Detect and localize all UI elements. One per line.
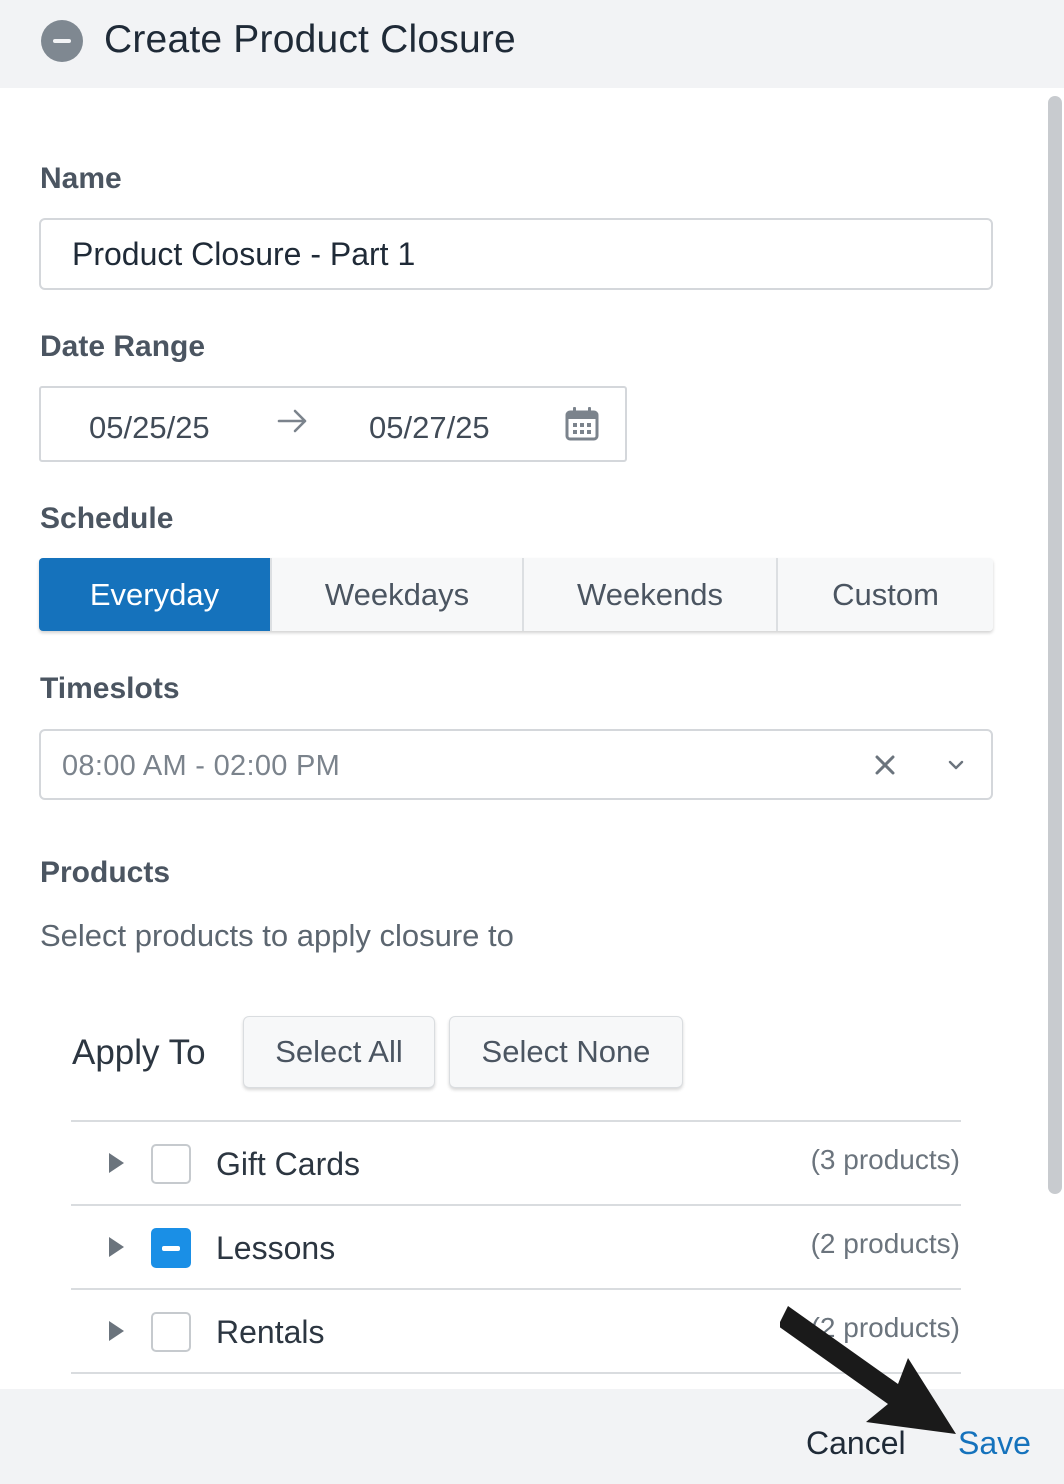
clear-icon[interactable] <box>873 753 897 777</box>
schedule-custom-button[interactable]: Custom <box>778 558 993 631</box>
product-row-count: (3 products) <box>810 1144 960 1175</box>
apply-to-label: Apply To <box>72 1033 206 1072</box>
chevron-down-icon[interactable] <box>946 757 966 773</box>
calendar-icon[interactable] <box>564 406 600 442</box>
select-none-button[interactable]: Select None <box>449 1016 683 1088</box>
select-all-button[interactable]: Select All <box>243 1016 435 1088</box>
product-row-gift-cards[interactable]: Gift Cards (3 products) <box>71 1120 961 1204</box>
scrollbar[interactable] <box>1048 96 1062 1194</box>
product-row-name: Rentals <box>216 1314 325 1350</box>
timeslots-label: Timeslots <box>40 672 180 705</box>
lessons-checkbox[interactable] <box>151 1228 191 1268</box>
end-date[interactable]: 05/27/25 <box>369 410 490 446</box>
timeslots-select[interactable]: 08:00 AM - 02:00 PM <box>39 729 993 800</box>
dialog-header: Create Product Closure <box>0 0 1064 88</box>
expand-caret-icon[interactable] <box>109 1237 124 1257</box>
expand-caret-icon[interactable] <box>109 1321 124 1341</box>
rentals-checkbox[interactable] <box>151 1312 191 1352</box>
gift-cards-checkbox[interactable] <box>151 1144 191 1184</box>
dialog-title: Create Product Closure <box>104 18 516 61</box>
schedule-everyday-button[interactable]: Everyday <box>39 558 272 631</box>
product-row-lessons[interactable]: Lessons (2 products) <box>71 1204 961 1288</box>
minus-circle-icon[interactable] <box>41 20 83 62</box>
schedule-weekends-button[interactable]: Weekends <box>524 558 778 631</box>
arrow-right-icon <box>277 409 307 433</box>
schedule-label: Schedule <box>40 502 174 535</box>
product-row-name: Lessons <box>216 1230 336 1266</box>
schedule-weekdays-button[interactable]: Weekdays <box>272 558 524 631</box>
schedule-segmented-control: Everyday Weekdays Weekends Custom <box>39 558 993 631</box>
name-label: Name <box>40 162 122 195</box>
pointer-arrow-icon <box>780 1306 956 1434</box>
products-subtitle: Select products to apply closure to <box>40 918 514 953</box>
start-date[interactable]: 05/25/25 <box>89 410 210 446</box>
date-range-label: Date Range <box>40 330 206 363</box>
products-label: Products <box>40 856 171 889</box>
name-input[interactable] <box>39 218 993 290</box>
product-row-name: Gift Cards <box>216 1146 361 1182</box>
expand-caret-icon[interactable] <box>109 1153 124 1173</box>
date-range-picker[interactable]: 05/25/25 05/27/25 <box>39 386 627 462</box>
product-row-count: (2 products) <box>810 1228 960 1259</box>
timeslots-value: 08:00 AM - 02:00 PM <box>62 750 341 782</box>
